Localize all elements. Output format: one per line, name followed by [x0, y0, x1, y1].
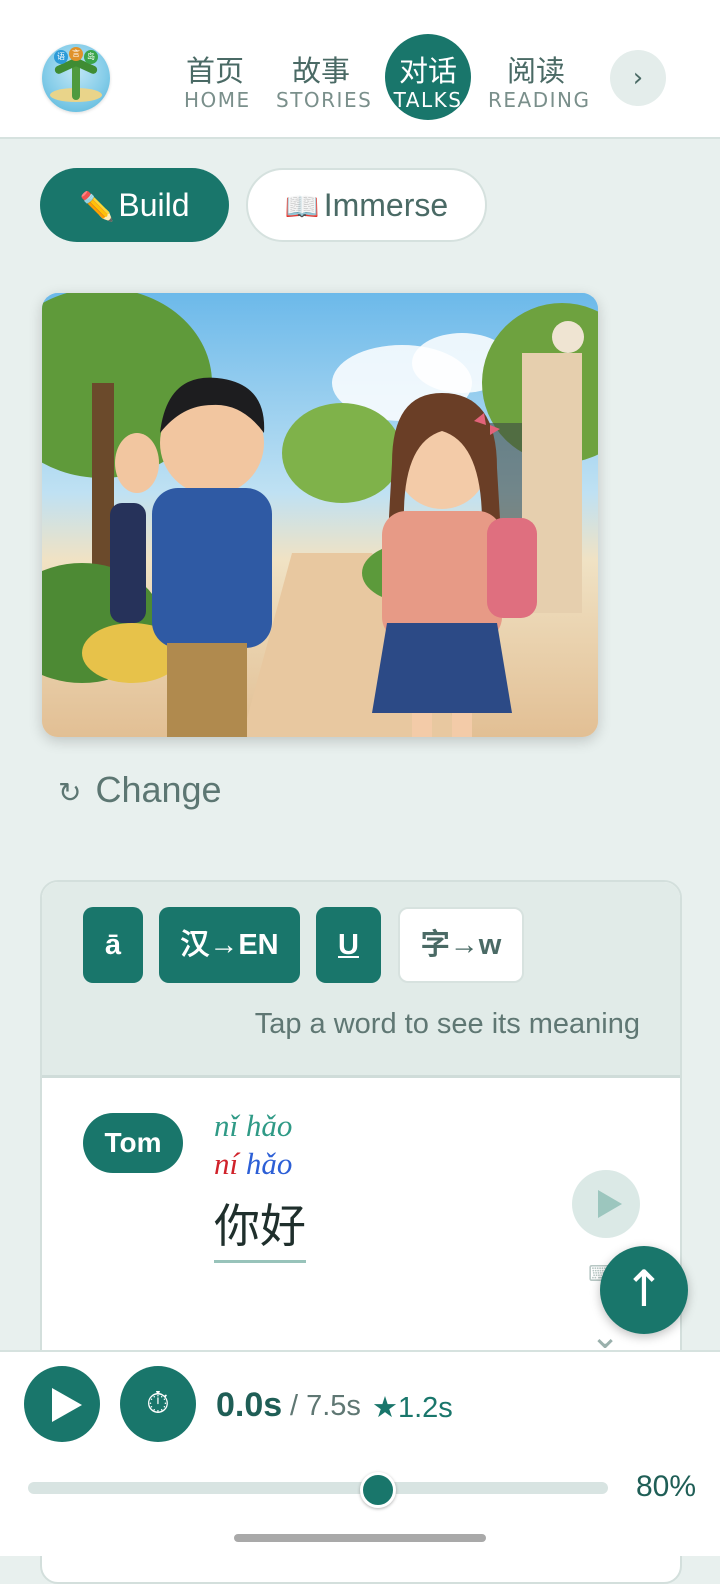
- dialogue-hanzi[interactable]: 你好: [214, 1196, 306, 1263]
- logo-badge-2: 言: [69, 47, 83, 61]
- nav-reading-en: READING: [488, 88, 591, 112]
- nav-stories[interactable]: 故事 STORIES: [276, 54, 373, 112]
- stopwatch-icon: ⏱: [146, 1386, 170, 1421]
- change-scene-label: Change: [95, 769, 222, 810]
- app-logo[interactable]: 语 言 岛: [42, 44, 110, 112]
- book-icon: 📖: [284, 191, 320, 222]
- nav-talks-en: TALKS: [393, 88, 463, 112]
- speed-slider-handle[interactable]: [360, 1472, 396, 1508]
- nav-more-button[interactable]: ›: [610, 50, 666, 106]
- pinyin-syllable-1: ní: [214, 1146, 239, 1181]
- logo-badge-3: 岛: [84, 50, 98, 64]
- immerse-mode-button[interactable]: 📖 Immerse: [246, 168, 487, 242]
- translate-toggle[interactable]: 汉→EN: [159, 907, 300, 983]
- build-mode-label: Build: [118, 187, 190, 223]
- home-indicator[interactable]: [234, 1534, 486, 1542]
- nav-reading-zh: 阅读: [506, 54, 565, 88]
- nav-reading[interactable]: 阅读 READING: [488, 54, 591, 112]
- scene-illustration-art: [42, 293, 598, 737]
- play-line-button[interactable]: [572, 1170, 640, 1238]
- nav-home-zh: 首页: [185, 54, 244, 88]
- nav-home[interactable]: 首页 HOME: [184, 54, 251, 112]
- toolbar-hint: Tap a word to see its meaning: [254, 1008, 640, 1040]
- top-nav-bar: 语 言 岛 首页 HOME 故事 STORIES 对话 TALKS 阅读 REA…: [0, 0, 720, 139]
- char-to-word-toggle[interactable]: 字→w: [398, 907, 524, 983]
- immerse-mode-label: Immerse: [323, 187, 449, 223]
- nav-talks[interactable]: 对话 TALKS: [385, 54, 471, 112]
- total-time: / 7.5s: [290, 1390, 361, 1422]
- nav-talks-zh: 对话: [398, 54, 457, 88]
- timer-button[interactable]: ⏱: [120, 1366, 196, 1442]
- tone-mark-toggle[interactable]: ā: [83, 907, 143, 983]
- speed-slider-track[interactable]: [28, 1482, 608, 1494]
- pinyin-marked: nǐ hǎo: [214, 1108, 293, 1143]
- audio-player-bar: ⏱ 0.0s / 7.5s ★1.2s 80%: [0, 1350, 720, 1556]
- scroll-to-top-button[interactable]: ↑: [600, 1246, 688, 1334]
- scene-illustration: [42, 293, 598, 737]
- underline-toggle[interactable]: U: [316, 907, 381, 983]
- dialogue-toolbar: ā 汉→EN U 字→w Tap a word to see its meani…: [42, 882, 680, 1078]
- nav-home-en: HOME: [184, 88, 251, 112]
- logo-badge-1: 语: [54, 50, 68, 64]
- pencil-icon: ✏️: [79, 191, 115, 222]
- pinyin-syllable-2: hǎo: [245, 1146, 293, 1181]
- refresh-icon: ↻: [58, 777, 82, 808]
- speed-value: 80%: [636, 1470, 697, 1503]
- pinyin-spoken: ní hǎo: [214, 1146, 292, 1182]
- nav-stories-zh: 故事: [291, 54, 350, 88]
- play-button[interactable]: [24, 1366, 100, 1442]
- best-time: ★1.2s: [372, 1392, 453, 1424]
- change-scene-button[interactable]: ↻ Change: [58, 766, 222, 817]
- nav-stories-en: STORIES: [276, 88, 373, 112]
- build-mode-button[interactable]: ✏️ Build: [40, 168, 229, 242]
- elapsed-time: 0.0s: [216, 1386, 283, 1424]
- speaker-badge: Tom: [83, 1113, 183, 1173]
